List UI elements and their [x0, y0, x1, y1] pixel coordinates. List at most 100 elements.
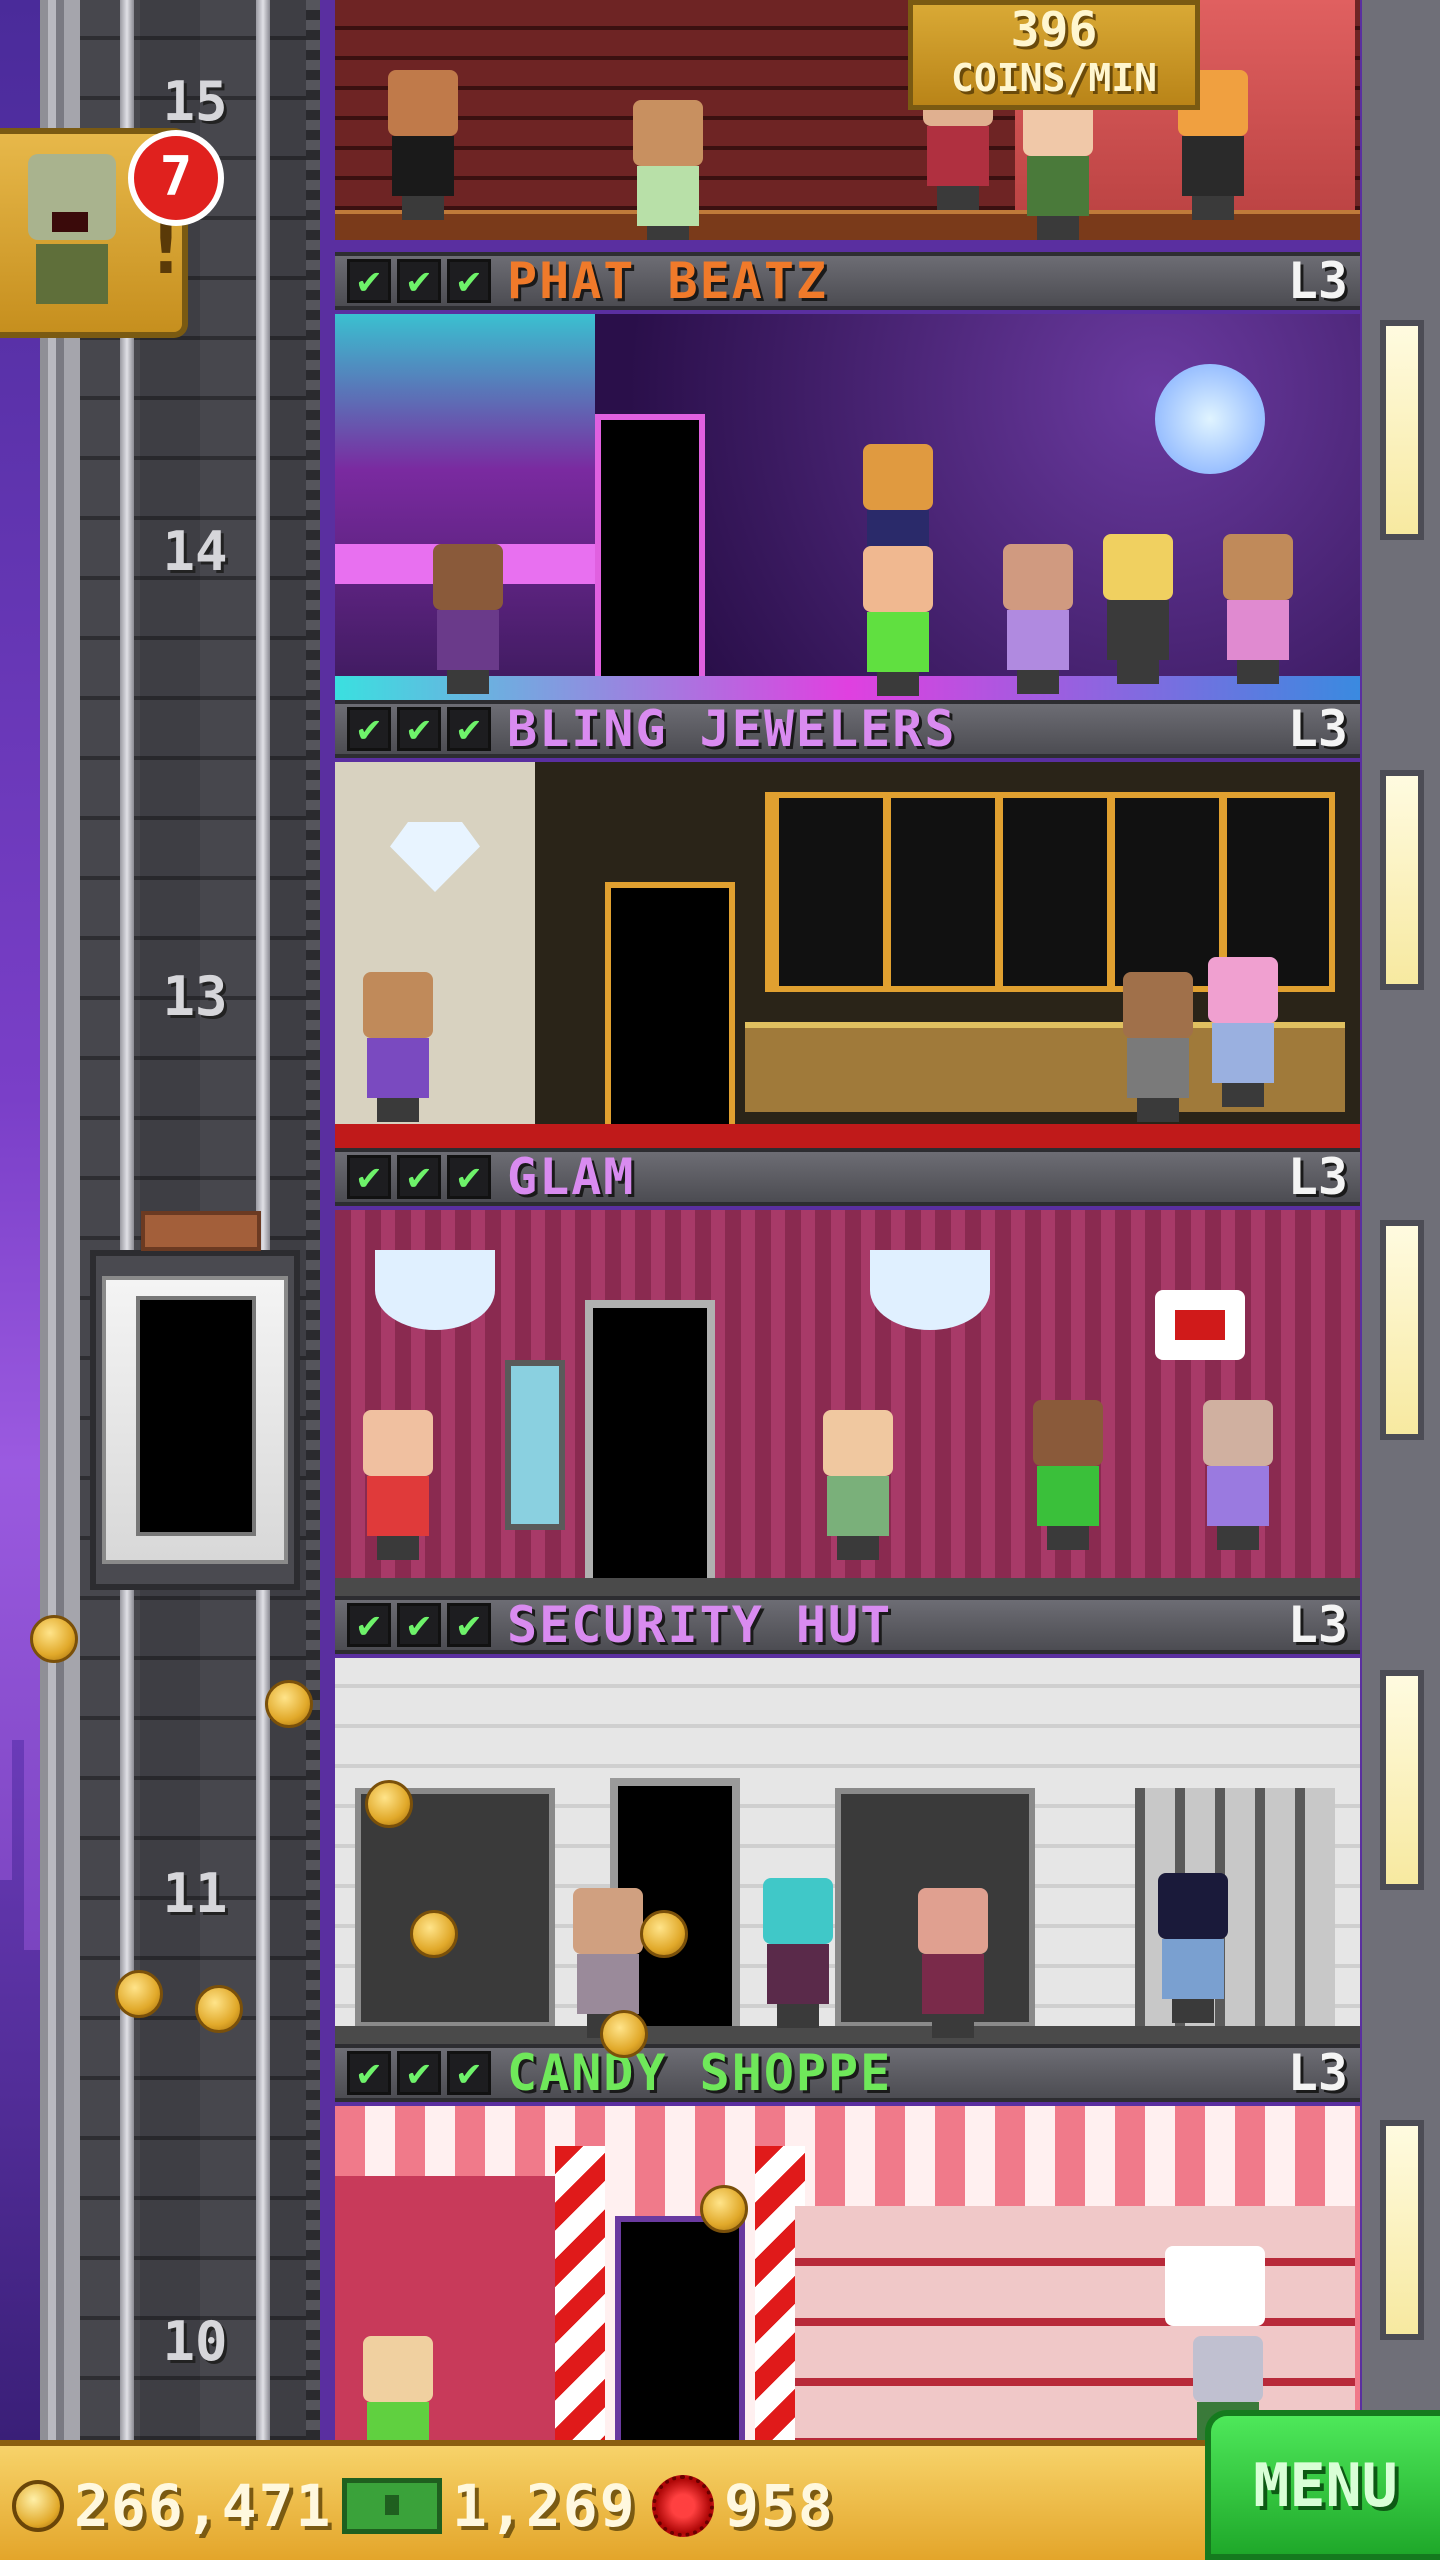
- bux-icon: [342, 2478, 442, 2534]
- floor-stock-checks: ✔ ✔ ✔: [347, 1155, 491, 1199]
- floor-number-14: 14: [162, 520, 228, 583]
- gems-value: 958: [724, 2472, 835, 2540]
- shoes-icon: [1175, 1310, 1225, 1340]
- bitizen[interactable]: [755, 1878, 841, 2028]
- coins-per-min-label: COINS/MIN: [951, 56, 1157, 100]
- bitizen[interactable]: [1115, 972, 1201, 1122]
- coins-per-min-banner[interactable]: 396 COINS/MIN: [908, 0, 1200, 110]
- gems-stat[interactable]: 958: [652, 2464, 835, 2548]
- check-icon: ✔: [347, 1603, 391, 1647]
- bux-stat[interactable]: 1,269: [342, 2464, 637, 2548]
- floor-number-11: 11: [162, 1862, 228, 1925]
- bitizen[interactable]: [380, 70, 466, 220]
- coin-icon[interactable]: [115, 1970, 163, 2018]
- bitizen[interactable]: [1215, 534, 1301, 684]
- floor-room: [335, 0, 1360, 240]
- coin-icon[interactable]: [365, 1780, 413, 1828]
- bitizen[interactable]: [355, 1410, 441, 1560]
- floor-stock-checks: ✔ ✔ ✔: [347, 707, 491, 751]
- bitizen[interactable]: [995, 544, 1081, 694]
- floor-header: ✔ ✔ ✔ BLING JEWELERS L3: [335, 700, 1360, 758]
- room-door: [615, 2216, 745, 2440]
- coin-icon[interactable]: [265, 1680, 313, 1728]
- bitizen[interactable]: [1200, 957, 1286, 1107]
- floor-room: [335, 762, 1360, 1152]
- mirror: [505, 1360, 565, 1530]
- floor-name: SECURITY HUT: [507, 1596, 893, 1654]
- coins-stat[interactable]: 266,471: [12, 2464, 332, 2548]
- notification-badge: 7: [128, 130, 224, 226]
- floor-header: ✔ ✔ ✔ CANDY SHOPPE L3: [335, 2044, 1360, 2102]
- gem-icon: [652, 2475, 714, 2537]
- coin-icon[interactable]: [410, 1910, 458, 1958]
- bitizen[interactable]: [1015, 90, 1101, 240]
- floor-number-10: 10: [162, 2310, 228, 2373]
- room-door: [585, 1300, 715, 1600]
- bux-value: 1,269: [452, 2472, 637, 2540]
- bitizen[interactable]: [425, 544, 511, 694]
- security-guard[interactable]: [1150, 1873, 1236, 2023]
- chandelier-icon: [870, 1250, 990, 1330]
- coins-per-min-amount: 396: [1010, 2, 1098, 58]
- check-icon: ✔: [347, 259, 391, 303]
- bitizen[interactable]: [1025, 1400, 1111, 1550]
- check-icon: ✔: [447, 707, 491, 751]
- coin-icon[interactable]: [30, 1615, 78, 1663]
- window: [1380, 1220, 1424, 1440]
- floor-room: [335, 1658, 1360, 2048]
- check-icon: ✔: [447, 1603, 491, 1647]
- window: [1380, 2120, 1424, 2340]
- elevator-rail-left: [120, 0, 134, 2440]
- bitizen[interactable]: [1095, 534, 1181, 684]
- coins-value: 266,471: [74, 2472, 333, 2540]
- menu-button[interactable]: MENU: [1205, 2410, 1440, 2560]
- elevator-car[interactable]: [90, 1211, 300, 1590]
- disco-ball-icon: [1155, 364, 1265, 474]
- floor-name: CANDY SHOPPE: [507, 2044, 893, 2102]
- floor-stock-checks: ✔ ✔ ✔: [347, 2051, 491, 2095]
- floor-header: ✔ ✔ ✔ GLAM L3: [335, 1148, 1360, 1206]
- candy-pillar: [555, 2146, 605, 2440]
- coin-icon[interactable]: [700, 2185, 748, 2233]
- check-icon: ✔: [397, 1155, 441, 1199]
- zombie-visitor-avatar: [22, 154, 122, 314]
- bitizen[interactable]: [910, 1888, 996, 2038]
- building-left-wall: [40, 0, 80, 2440]
- elevator-door: [136, 1296, 256, 1536]
- bitizen[interactable]: [815, 1410, 901, 1560]
- floor-room: [335, 314, 1360, 704]
- floor-level: L3: [1287, 700, 1348, 758]
- candy-shelves: [795, 2206, 1355, 2440]
- floor-stock-checks: ✔ ✔ ✔: [347, 259, 491, 303]
- check-icon: ✔: [397, 2051, 441, 2095]
- bitizen[interactable]: [1195, 1400, 1281, 1550]
- floor-number-13: 13: [162, 965, 228, 1028]
- bitizen[interactable]: [625, 100, 711, 240]
- window: [1380, 1670, 1424, 1890]
- chandelier-icon: [375, 1250, 495, 1330]
- coin-icon[interactable]: [640, 1910, 688, 1958]
- floor-room: [335, 2106, 1360, 2440]
- city-silhouette: [0, 1740, 40, 2440]
- floor-room: [335, 1210, 1360, 1600]
- bitizen[interactable]: [355, 972, 441, 1122]
- coin-icon[interactable]: [600, 2010, 648, 2058]
- coin-icon: [12, 2480, 64, 2532]
- floor-header: ✔ ✔ ✔ SECURITY HUT L3: [335, 1596, 1360, 1654]
- building-right-wall: [1362, 0, 1440, 2440]
- elevator-cable: [306, 0, 320, 2440]
- floor-level: L3: [1287, 2044, 1348, 2102]
- check-icon: ✔: [447, 259, 491, 303]
- window: [1380, 770, 1424, 990]
- elevator-top: [141, 1211, 261, 1251]
- floor-stock-checks: ✔ ✔ ✔: [347, 1603, 491, 1647]
- bitizen[interactable]: [355, 2336, 441, 2440]
- visitor-notification[interactable]: ! 7: [0, 128, 224, 338]
- window: [1380, 320, 1424, 540]
- check-icon: ✔: [397, 1603, 441, 1647]
- coin-icon[interactable]: [195, 1985, 243, 2033]
- bitizen[interactable]: [855, 546, 941, 696]
- floor-name: GLAM: [507, 1148, 636, 1206]
- bottom-status-bar: 266,471 1,269 958 MENU: [0, 2410, 1440, 2560]
- floor-level: L3: [1287, 1596, 1348, 1654]
